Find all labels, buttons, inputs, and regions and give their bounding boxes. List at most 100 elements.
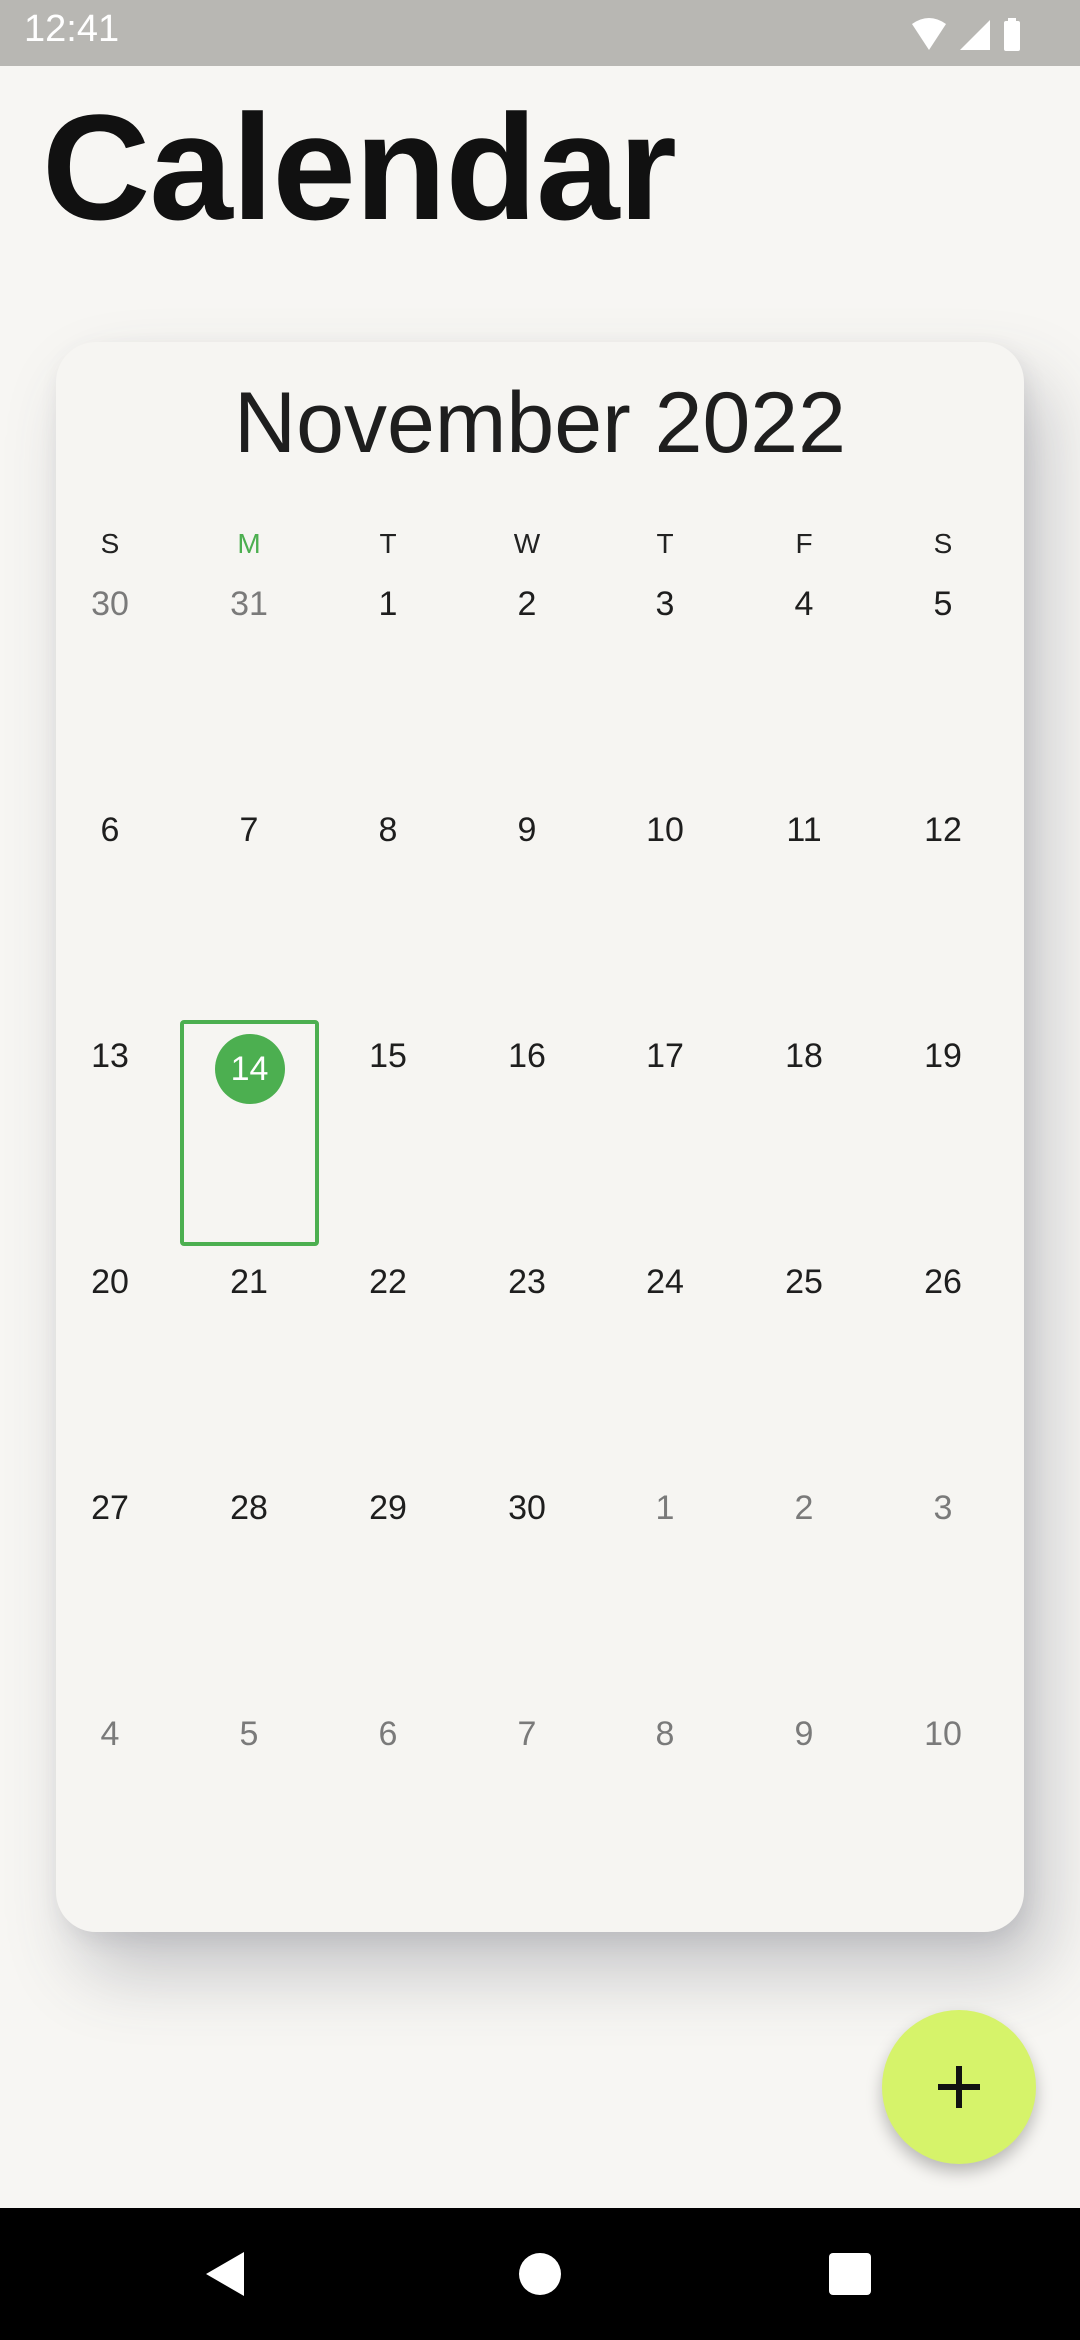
- home-icon: [519, 2253, 561, 2295]
- battery-icon: [1004, 18, 1020, 51]
- weekday-label: F: [795, 528, 813, 559]
- day-cell[interactable]: 5: [180, 1698, 319, 1924]
- weekday-label: M: [237, 528, 261, 559]
- day-number: 22: [369, 1263, 407, 1301]
- day-cell[interactable]: 10: [596, 794, 735, 1020]
- weekday-label: S: [933, 528, 953, 559]
- day-number: 11: [786, 811, 822, 849]
- day-number: 21: [230, 1263, 268, 1301]
- day-cell-selected[interactable]: 14: [179, 1020, 319, 1246]
- day-number: 17: [646, 1037, 684, 1075]
- day-number: 31: [230, 585, 268, 623]
- day-number: 5: [933, 585, 953, 623]
- back-button[interactable]: [194, 2242, 258, 2306]
- day-cell[interactable]: 19: [874, 1020, 1013, 1246]
- day-cell[interactable]: 31: [180, 568, 319, 794]
- day-cell[interactable]: 10: [874, 1698, 1013, 1924]
- day-cell[interactable]: 15: [319, 1020, 458, 1246]
- back-icon: [206, 2252, 244, 2296]
- plus-icon: [938, 2066, 980, 2108]
- recents-button[interactable]: [818, 2242, 882, 2306]
- status-bar: 12:41: [0, 0, 1080, 66]
- add-event-button[interactable]: [882, 2010, 1036, 2164]
- day-number: 1: [655, 1489, 675, 1527]
- day-number: 2: [517, 585, 537, 623]
- day-cell[interactable]: 1: [319, 568, 458, 794]
- weekday-label: T: [656, 528, 674, 559]
- day-number: 1: [378, 585, 398, 623]
- day-number: 3: [655, 585, 675, 623]
- weekday-label: S: [100, 528, 120, 559]
- weekday-header-row: SMTWTFS: [56, 524, 1024, 564]
- day-cell[interactable]: 2: [735, 1472, 874, 1698]
- day-cell[interactable]: 5: [874, 568, 1013, 794]
- day-cell[interactable]: 7: [180, 794, 319, 1020]
- day-number: 18: [785, 1037, 823, 1075]
- home-button[interactable]: [508, 2242, 572, 2306]
- day-cell[interactable]: 8: [596, 1698, 735, 1924]
- day-number: 27: [91, 1489, 129, 1527]
- status-icons: [912, 18, 1020, 51]
- day-number: 8: [378, 811, 398, 849]
- day-cell[interactable]: 12: [874, 794, 1013, 1020]
- day-cell[interactable]: 2: [458, 568, 597, 794]
- day-number: 25: [785, 1263, 823, 1301]
- day-number: 23: [508, 1263, 546, 1301]
- day-cell[interactable]: 3: [596, 568, 735, 794]
- calendar-card: November 2022 SMTWTFS 30 31 1 2 3 4 5 6 7 8 9 10 11 1…: [56, 342, 1024, 1932]
- day-cell[interactable]: 17: [596, 1020, 735, 1246]
- day-cell[interactable]: 18: [735, 1020, 874, 1246]
- day-number: 24: [646, 1263, 684, 1301]
- weekday-label: T: [379, 528, 397, 559]
- day-number: 13: [91, 1037, 129, 1075]
- day-cell[interactable]: 26: [874, 1246, 1013, 1472]
- day-number: 5: [239, 1715, 259, 1753]
- day-cell[interactable]: 23: [458, 1246, 597, 1472]
- navigation-bar: [0, 2208, 1080, 2340]
- day-number: 30: [91, 585, 129, 623]
- day-cell[interactable]: 20: [41, 1246, 180, 1472]
- day-cell[interactable]: 25: [735, 1246, 874, 1472]
- calendar-grid: 30 31 1 2 3 4 5 6 7 8 9 10 11 12 13 14 15 16 17 18 19 20 21 22 2…: [56, 568, 1024, 1924]
- day-number: 6: [100, 811, 120, 849]
- day-cell[interactable]: 22: [319, 1246, 458, 1472]
- day-cell[interactable]: 3: [874, 1472, 1013, 1698]
- day-cell[interactable]: 6: [319, 1698, 458, 1924]
- day-cell[interactable]: 11: [735, 794, 874, 1020]
- day-number: 20: [91, 1263, 129, 1301]
- day-cell[interactable]: 29: [319, 1472, 458, 1698]
- day-cell[interactable]: 16: [458, 1020, 597, 1246]
- day-number: 28: [230, 1489, 268, 1527]
- day-cell[interactable]: 27: [41, 1472, 180, 1698]
- day-cell[interactable]: 28: [180, 1472, 319, 1698]
- day-cell[interactable]: 6: [41, 794, 180, 1020]
- day-number: 16: [508, 1037, 546, 1075]
- day-number: 19: [924, 1037, 962, 1075]
- day-number: 29: [369, 1489, 407, 1527]
- day-cell[interactable]: 30: [458, 1472, 597, 1698]
- month-title: November 2022: [234, 375, 846, 471]
- day-number: 4: [794, 585, 814, 623]
- day-cell[interactable]: 9: [735, 1698, 874, 1924]
- weekday-label: W: [513, 528, 541, 559]
- selected-day-number: 14: [214, 1034, 285, 1104]
- status-time: 12:41: [24, 8, 120, 50]
- day-cell[interactable]: 9: [458, 794, 597, 1020]
- day-cell[interactable]: 24: [596, 1246, 735, 1472]
- day-cell[interactable]: 4: [41, 1698, 180, 1924]
- day-number: 9: [517, 811, 537, 849]
- page-title: Calendar: [42, 83, 677, 251]
- recents-icon: [829, 2253, 871, 2295]
- day-cell[interactable]: 4: [735, 568, 874, 794]
- day-cell[interactable]: 8: [319, 794, 458, 1020]
- day-cell[interactable]: 1: [596, 1472, 735, 1698]
- wifi-icon: [912, 18, 946, 50]
- day-number: 4: [100, 1715, 120, 1753]
- day-cell[interactable]: 7: [458, 1698, 597, 1924]
- day-cell[interactable]: 13: [41, 1020, 180, 1246]
- day-number: 6: [378, 1715, 398, 1753]
- day-number: 15: [369, 1037, 407, 1075]
- day-cell[interactable]: 21: [180, 1246, 319, 1472]
- day-number: 9: [794, 1715, 814, 1753]
- day-cell[interactable]: 30: [41, 568, 180, 794]
